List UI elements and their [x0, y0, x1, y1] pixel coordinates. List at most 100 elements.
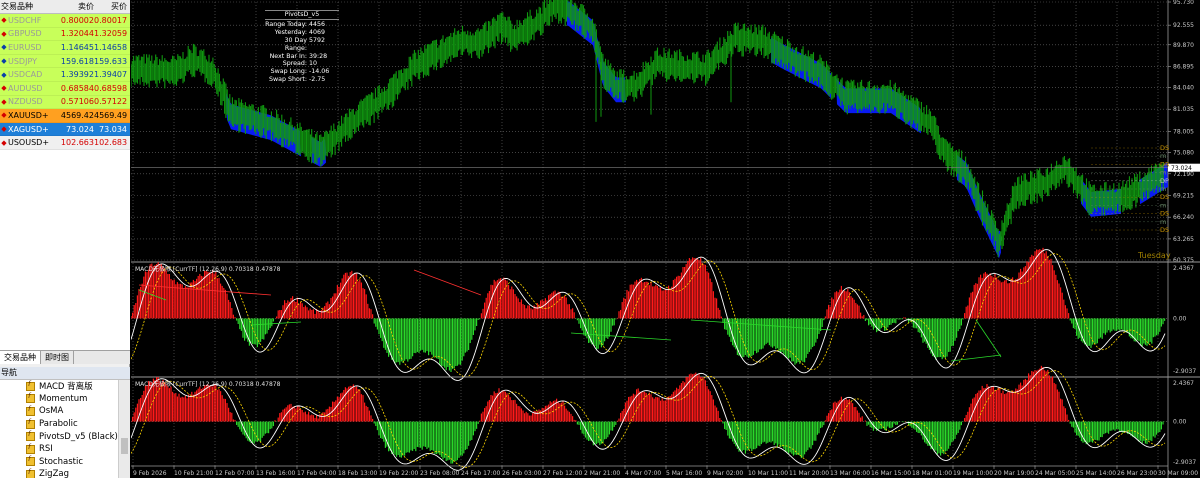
- pivot-level-tag: m: [1160, 218, 1166, 226]
- time-axis-label: 27 Feb 12:00: [543, 470, 583, 477]
- market-watch-row[interactable]: ◆ USDCAD 1.39392 1.39407: [0, 68, 130, 82]
- time-axis-label: 26 Mar 23:00: [1117, 470, 1157, 477]
- price-down-icon: ◆: [1, 70, 7, 79]
- indicator-icon: [26, 468, 35, 478]
- indicator-axis-bottom: -2.9037: [1173, 368, 1196, 375]
- market-watch-empty-area: [0, 150, 130, 350]
- symbol-name: USDJPY: [8, 56, 37, 66]
- price-up-icon: ◆: [1, 97, 7, 106]
- time-axis-label: 30 Mar 09:00: [1158, 470, 1198, 477]
- column-symbol[interactable]: 交易品种: [0, 1, 58, 12]
- pivot-stat-label: Swap Short:: [268, 76, 307, 84]
- time-axis-label: 12 Feb 07:00: [215, 470, 255, 477]
- symbol-name: NZDUSD: [8, 97, 43, 107]
- navigator-indicator-item[interactable]: Parabolic: [0, 418, 118, 431]
- navigator-indicator-item[interactable]: ZigZag: [0, 468, 118, 478]
- navigator-item-label: Momentum: [39, 393, 88, 404]
- pivot-stat-value: -14.06: [309, 68, 330, 76]
- current-price-label: 73.024: [1171, 165, 1192, 172]
- time-axis-label: 13 Feb 16:00: [256, 470, 296, 477]
- pivot-stat-row: Range Today: 4456: [265, 21, 339, 29]
- navigator-indicator-item[interactable]: Momentum: [0, 392, 118, 406]
- pivot-level-tag: DR: [1160, 160, 1170, 168]
- ask-price: 1.39407: [94, 70, 128, 80]
- tab-symbols[interactable]: 交易品种: [0, 351, 41, 364]
- market-watch-row[interactable]: ◆ USDJPY 159.618 159.633: [0, 54, 130, 69]
- market-watch-row[interactable]: ◆ XAUUSD+ 4569.42 4569.49: [0, 109, 130, 123]
- time-axis-label: 20 Mar 19:00: [994, 470, 1034, 477]
- divergence-line: [413, 269, 482, 296]
- indicator-icon: [26, 455, 35, 467]
- pivot-stat-label: Next Bar In:: [269, 52, 307, 60]
- price-axis-label: 78.005: [1173, 128, 1194, 135]
- chart-area[interactable]: 95.730 92.555 89.870 86.895 84.040 81.035 78.0…: [131, 0, 1200, 478]
- pivot-level-tag: m: [1160, 201, 1166, 209]
- price-up-icon: ◆: [1, 138, 7, 147]
- pivot-level-tag: DS: [1160, 193, 1169, 201]
- pivot-stat-label: Spread:: [282, 60, 307, 68]
- pivot-stat-value: 10: [309, 60, 318, 68]
- pivot-level-tag: m: [1160, 152, 1166, 160]
- navigator-item-label: OsMA: [39, 406, 64, 417]
- market-watch-row[interactable]: ◆ USDCHF 0.80002 0.80017: [0, 14, 130, 28]
- pivot-panel-title: PivotsD_v5: [265, 10, 339, 20]
- indicator-icon: [26, 430, 35, 442]
- column-bid[interactable]: 卖价: [58, 1, 94, 12]
- pivot-stat-label: Yesterday:: [274, 28, 307, 36]
- navigator-indicator-item[interactable]: MACD 背离版: [0, 380, 118, 393]
- market-watch-row[interactable]: ◆ GBPUSD 1.32044 1.32059: [0, 27, 130, 42]
- time-axis-label: 13 Mar 06:00: [830, 470, 870, 477]
- indicator-icon: [26, 405, 35, 416]
- navigator-item-label: MACD 背离版: [39, 382, 93, 393]
- market-watch-row[interactable]: ◆ EURUSD 1.14645 1.14658: [0, 41, 130, 55]
- ask-price: 1.32059: [94, 29, 128, 39]
- time-axis-label: 16 Mar 15:00: [871, 470, 911, 477]
- pivot-level-tag: m: [1160, 169, 1166, 177]
- tab-tick-chart[interactable]: 即时图: [41, 351, 74, 364]
- divergence-line: [570, 332, 672, 341]
- ask-price: 102.683: [94, 138, 128, 148]
- bid-price: 0.68584: [60, 83, 94, 93]
- price-axis-label: 69.215: [1173, 192, 1194, 199]
- indicator-icon: [26, 418, 35, 429]
- navigator-indicator-item[interactable]: OsMA: [0, 405, 118, 418]
- navigator-scrollbar[interactable]: [118, 380, 130, 478]
- time-axis-label: 19 Mar 10:00: [953, 470, 993, 477]
- indicator-axis-zero: 0.00: [1173, 315, 1187, 322]
- market-watch-row[interactable]: ◆ AUDUSD 0.68584 0.68598: [0, 81, 130, 96]
- pivot-stat-row: Spread: 10: [265, 60, 339, 68]
- market-watch-row[interactable]: ◆ XAGUSD+ 73.024 73.034: [0, 122, 130, 137]
- price-axis-label: 66.240: [1173, 214, 1194, 221]
- market-watch-tabs: 交易品种 即时图: [0, 350, 130, 364]
- time-axis-label: 26 Feb 03:00: [502, 470, 542, 477]
- bid-price: 1.39392: [60, 70, 94, 80]
- navigator-indicator-item[interactable]: PivotsD_v5 (Black): [0, 430, 118, 443]
- session-day-label: Tuesday: [1137, 251, 1171, 260]
- bid-price: 159.618: [60, 56, 94, 66]
- navigator-scroll-thumb[interactable]: [121, 438, 128, 454]
- market-watch-row[interactable]: ◆ NZDUSD 0.57106 0.57122: [0, 95, 130, 110]
- navigator-title: 导航: [0, 367, 130, 380]
- bid-price: 73.024: [66, 124, 94, 134]
- pivot-stat-value: 5792: [309, 36, 326, 44]
- ask-price: 1.14658: [94, 42, 128, 52]
- time-axis-label: 19 Feb 22:00: [379, 470, 419, 477]
- price-axis-label: 86.895: [1173, 63, 1194, 70]
- price-axis-label: 89.870: [1173, 42, 1194, 49]
- bid-price: 102.663: [60, 138, 94, 148]
- navigator-item-label: Stochastic: [39, 456, 83, 467]
- column-ask[interactable]: 买价: [94, 1, 130, 12]
- navigator-indicator-item[interactable]: RSI: [0, 443, 118, 456]
- price-axis-label: 81.035: [1173, 106, 1194, 113]
- time-axis-label: 10 Feb 21:00: [174, 470, 214, 477]
- indicator-icon: [26, 380, 35, 391]
- navigator-indicator-item[interactable]: Stochastic: [0, 455, 118, 469]
- ask-price: 4569.49: [94, 110, 128, 120]
- pivot-level-tag: DP: [1160, 177, 1169, 185]
- pivot-stat-label: 30 Day Range:: [284, 36, 307, 52]
- market-watch-list: ◆ USDCHF 0.80002 0.80017 ◆ GBPUSD 1.32044 1.320…: [0, 14, 130, 150]
- pivot-stat-value: 4069: [309, 28, 326, 36]
- time-axis-label: 9 Mar 02:00: [707, 470, 743, 477]
- market-watch-row[interactable]: ◆ USOUSD+ 102.663 102.683: [0, 136, 130, 150]
- price-down-icon: ◆: [1, 57, 7, 66]
